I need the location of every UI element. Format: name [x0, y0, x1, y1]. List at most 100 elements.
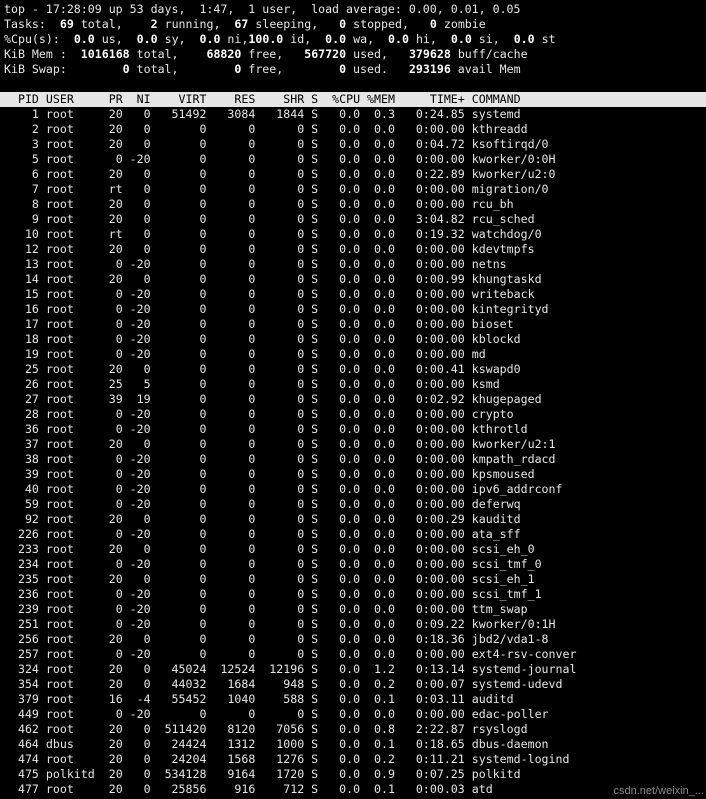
cell-command: atd — [464, 782, 493, 796]
cell-virt: 511420 — [150, 722, 207, 736]
process-row[interactable]: 15 root 0 -20 0 0 0 S 0.0 0.0 0:00.00 wr… — [4, 287, 706, 302]
cell-pid: 59 — [4, 497, 39, 511]
process-row[interactable]: 8 root 20 0 0 0 0 S 0.0 0.0 0:00.00 rcu_… — [4, 197, 706, 212]
cell-s: S — [304, 557, 319, 571]
cell-virt: 0 — [150, 137, 207, 151]
cell-pid: 324 — [4, 662, 39, 676]
process-row[interactable]: 236 root 0 -20 0 0 0 S 0.0 0.0 0:00.00 s… — [4, 587, 706, 602]
cell-user: root — [38, 542, 102, 556]
process-row[interactable]: 239 root 0 -20 0 0 0 S 0.0 0.0 0:00.00 t… — [4, 602, 706, 617]
cell-pid: 477 — [4, 782, 39, 796]
process-row[interactable]: 226 root 0 -20 0 0 0 S 0.0 0.0 0:00.00 a… — [4, 527, 706, 542]
cell-time: 0:00.00 — [394, 527, 465, 541]
process-row[interactable]: 475 polkitd 20 0 534128 9164 1720 S 0.0 … — [4, 767, 706, 782]
cell--mem: 0.0 — [360, 257, 395, 271]
process-row[interactable]: 38 root 0 -20 0 0 0 S 0.0 0.0 0:00.00 km… — [4, 452, 706, 467]
process-row[interactable]: 25 root 20 0 0 0 0 S 0.0 0.0 0:00.41 ksw… — [4, 362, 706, 377]
cell-command: kworker/u2:1 — [464, 437, 556, 451]
cell-shr: 0 — [255, 707, 305, 721]
cell-ni: 0 — [122, 107, 151, 121]
process-row[interactable]: 251 root 0 -20 0 0 0 S 0.0 0.0 0:09.22 k… — [4, 617, 706, 632]
process-row[interactable]: 40 root 0 -20 0 0 0 S 0.0 0.0 0:00.00 ip… — [4, 482, 706, 497]
cell-pr: rt — [101, 182, 123, 196]
process-row[interactable]: 26 root 25 5 0 0 0 S 0.0 0.0 0:00.00 ksm… — [4, 377, 706, 392]
cell-command: netns — [464, 257, 507, 271]
cell-res: 3084 — [206, 107, 256, 121]
cell-s: S — [304, 767, 319, 781]
cell-command: khungtaskd — [464, 272, 542, 286]
cell-command: auditd — [464, 692, 514, 706]
cell-s: S — [304, 377, 319, 391]
cell-user: root — [38, 302, 102, 316]
cell-pr: 0 — [101, 647, 123, 661]
process-row[interactable]: 14 root 20 0 0 0 0 S 0.0 0.0 0:00.99 khu… — [4, 272, 706, 287]
cell-time: 0:00.00 — [394, 152, 465, 166]
process-row[interactable]: 235 root 20 0 0 0 0 S 0.0 0.0 0:00.00 sc… — [4, 572, 706, 587]
process-row[interactable]: 39 root 0 -20 0 0 0 S 0.0 0.0 0:00.00 kp… — [4, 467, 706, 482]
process-row[interactable]: 256 root 20 0 0 0 0 S 0.0 0.0 0:18.36 jb… — [4, 632, 706, 647]
process-row[interactable]: 92 root 20 0 0 0 0 S 0.0 0.0 0:00.29 kau… — [4, 512, 706, 527]
process-row[interactable]: 233 root 20 0 0 0 0 S 0.0 0.0 0:00.00 sc… — [4, 542, 706, 557]
process-row[interactable]: 474 root 20 0 24204 1568 1276 S 0.0 0.2 … — [4, 752, 706, 767]
cell-command: writeback — [464, 287, 535, 301]
process-row[interactable]: 379 root 16 -4 55452 1040 588 S 0.0 0.1 … — [4, 692, 706, 707]
cell-pr: 20 — [101, 752, 123, 766]
cell-user: root — [38, 422, 102, 436]
cell-user: root — [38, 602, 102, 616]
cell-user: root — [38, 707, 102, 721]
cell-shr: 0 — [255, 602, 305, 616]
cell-virt: 0 — [150, 302, 207, 316]
cell-user: root — [38, 572, 102, 586]
cell-res: 0 — [206, 182, 256, 196]
process-row[interactable]: 324 root 20 0 45024 12524 12196 S 0.0 1.… — [4, 662, 706, 677]
cell-s: S — [304, 707, 319, 721]
process-row[interactable]: 5 root 0 -20 0 0 0 S 0.0 0.0 0:00.00 kwo… — [4, 152, 706, 167]
process-row[interactable]: 449 root 0 -20 0 0 0 S 0.0 0.0 0:00.00 e… — [4, 707, 706, 722]
process-row[interactable]: 28 root 0 -20 0 0 0 S 0.0 0.0 0:00.00 cr… — [4, 407, 706, 422]
process-row[interactable]: 36 root 0 -20 0 0 0 S 0.0 0.0 0:00.00 kt… — [4, 422, 706, 437]
process-row[interactable]: 19 root 0 -20 0 0 0 S 0.0 0.0 0:00.00 md — [4, 347, 706, 362]
cell-command: ttm_swap — [464, 602, 528, 616]
process-row[interactable]: 2 root 20 0 0 0 0 S 0.0 0.0 0:00.00 kthr… — [4, 122, 706, 137]
cell-ni: -20 — [122, 452, 151, 466]
cpu-line: %Cpu(s): 0.0 us, 0.0 sy, 0.0 ni,100.0 id… — [4, 32, 556, 46]
process-row[interactable]: 37 root 20 0 0 0 0 S 0.0 0.0 0:00.00 kwo… — [4, 437, 706, 452]
cell--cpu: 0.0 — [318, 422, 361, 436]
cell-pr: 0 — [101, 332, 123, 346]
cell-s: S — [304, 287, 319, 301]
process-row[interactable]: 18 root 0 -20 0 0 0 S 0.0 0.0 0:00.00 kb… — [4, 332, 706, 347]
cell--mem: 0.0 — [360, 452, 395, 466]
process-row[interactable]: 27 root 39 19 0 0 0 S 0.0 0.0 0:02.92 kh… — [4, 392, 706, 407]
cell-shr: 7056 — [255, 722, 305, 736]
process-row[interactable]: 17 root 0 -20 0 0 0 S 0.0 0.0 0:00.00 bi… — [4, 317, 706, 332]
process-row[interactable]: 464 dbus 20 0 24424 1312 1000 S 0.0 0.1 … — [4, 737, 706, 752]
process-row[interactable]: 12 root 20 0 0 0 0 S 0.0 0.0 0:00.00 kde… — [4, 242, 706, 257]
process-row[interactable]: 354 root 20 0 44032 1684 948 S 0.0 0.2 0… — [4, 677, 706, 692]
cell-time: 0:00.00 — [394, 467, 465, 481]
cell-s: S — [304, 512, 319, 526]
cell-shr: 948 — [255, 677, 305, 691]
cell-user: root — [38, 212, 102, 226]
cell--mem: 0.8 — [360, 722, 395, 736]
process-row[interactable]: 13 root 0 -20 0 0 0 S 0.0 0.0 0:00.00 ne… — [4, 257, 706, 272]
cell-pr: 20 — [101, 632, 123, 646]
process-row[interactable]: 257 root 0 -20 0 0 0 S 0.0 0.0 0:00.00 e… — [4, 647, 706, 662]
process-row[interactable]: 6 root 20 0 0 0 0 S 0.0 0.0 0:22.89 kwor… — [4, 167, 706, 182]
cell-user: root — [38, 617, 102, 631]
process-row[interactable]: 9 root 20 0 0 0 0 S 0.0 0.0 3:04.82 rcu_… — [4, 212, 706, 227]
cell-ni: -20 — [122, 647, 151, 661]
process-row[interactable]: 16 root 0 -20 0 0 0 S 0.0 0.0 0:00.00 ki… — [4, 302, 706, 317]
process-row[interactable]: 462 root 20 0 511420 8120 7056 S 0.0 0.8… — [4, 722, 706, 737]
process-row[interactable]: 234 root 0 -20 0 0 0 S 0.0 0.0 0:00.00 s… — [4, 557, 706, 572]
process-row[interactable]: 59 root 0 -20 0 0 0 S 0.0 0.0 0:00.00 de… — [4, 497, 706, 512]
column-header-s: S — [304, 92, 319, 106]
process-row[interactable]: 7 root rt 0 0 0 0 S 0.0 0.0 0:00.00 migr… — [4, 182, 706, 197]
cell-virt: 0 — [150, 197, 207, 211]
cell-command: kmpath_rdacd — [464, 452, 556, 466]
process-row[interactable]: 10 root rt 0 0 0 0 S 0.0 0.0 0:19.32 wat… — [4, 227, 706, 242]
cell-virt: 0 — [150, 632, 207, 646]
process-row[interactable]: 3 root 20 0 0 0 0 S 0.0 0.0 0:04.72 ksof… — [4, 137, 706, 152]
cell--mem: 0.0 — [360, 242, 395, 256]
process-row[interactable]: 1 root 20 0 51492 3084 1844 S 0.0 0.3 0:… — [4, 107, 706, 122]
cell-ni: 0 — [122, 572, 151, 586]
